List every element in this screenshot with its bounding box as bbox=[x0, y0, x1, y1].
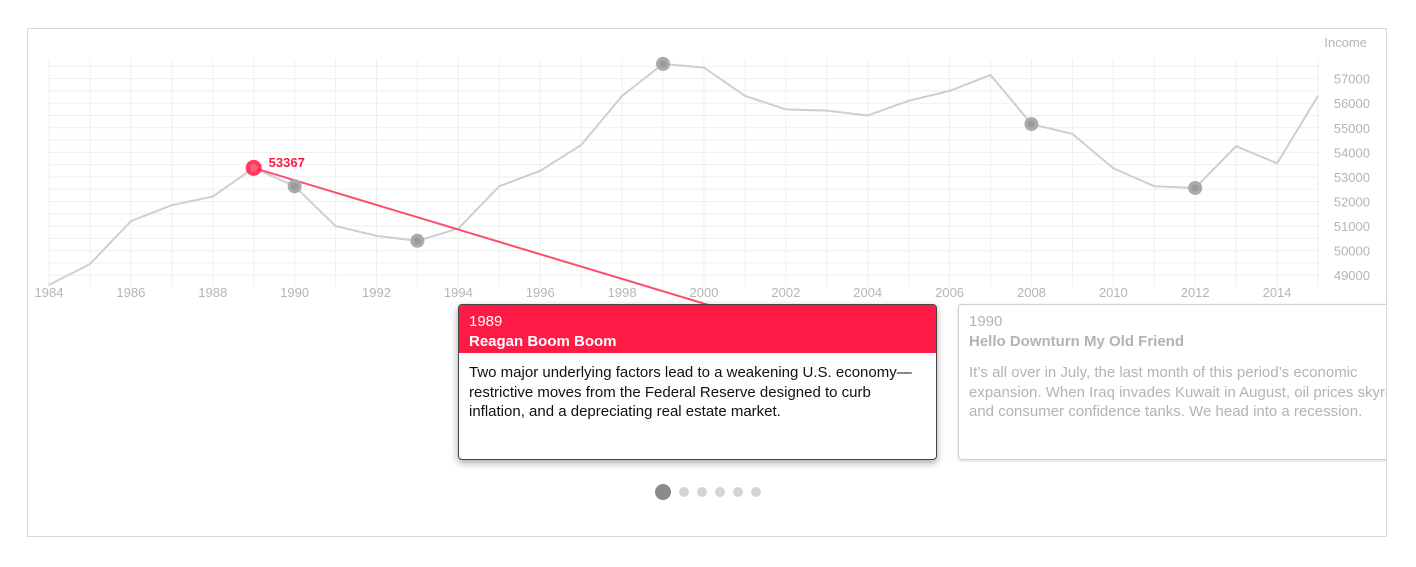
pagination-dot[interactable] bbox=[655, 484, 671, 500]
x-tick-label: 2002 bbox=[771, 285, 800, 300]
event-card-title: Hello Downturn My Old Friend bbox=[969, 333, 1184, 350]
x-tick-label: 1992 bbox=[362, 285, 391, 300]
event-card-year: 1990 bbox=[969, 313, 1003, 330]
event-marker-core bbox=[1027, 120, 1035, 128]
y-tick-label: 55000 bbox=[1334, 121, 1370, 136]
event-card-header: 1990 Hello Downturn My Old Friend bbox=[959, 305, 1386, 353]
x-tick-label: 1986 bbox=[116, 285, 145, 300]
event-card-header: 1989 Reagan Boom Boom bbox=[459, 305, 936, 353]
event-card-body-line: It’s all over in July, the last month of… bbox=[969, 364, 1358, 381]
x-tick-label: 2000 bbox=[690, 285, 719, 300]
x-tick-label: 1998 bbox=[608, 285, 637, 300]
event-card-1990[interactable]: 1990 Hello Downturn My Old Friend It’s a… bbox=[958, 304, 1387, 460]
y-tick-label: 56000 bbox=[1334, 96, 1370, 111]
event-card-1989[interactable]: 1989 Reagan Boom Boom Two major underlyi… bbox=[458, 304, 937, 460]
y-tick-label: 50000 bbox=[1334, 244, 1370, 259]
pagination-dots bbox=[28, 483, 1386, 501]
x-tick-label: 1990 bbox=[280, 285, 309, 300]
event-card-title: Reagan Boom Boom bbox=[469, 333, 617, 350]
timeline-widget: 1984 1986 1988 1990 1992 1994 1996 1998 2000 2002… bbox=[27, 28, 1387, 537]
pagination-dot[interactable] bbox=[751, 487, 761, 497]
event-card-body: It’s all over in July, the last month of… bbox=[959, 353, 1387, 432]
event-marker-core bbox=[1191, 184, 1199, 192]
x-tick-label: 2012 bbox=[1181, 285, 1210, 300]
x-tick-label: 1994 bbox=[444, 285, 473, 300]
x-axis-ticks: 1984 1986 1988 1990 1992 1994 1996 1998 2000 2002… bbox=[35, 285, 1292, 300]
active-point-value-label: 53367 bbox=[269, 155, 305, 170]
x-tick-label: 2004 bbox=[853, 285, 882, 300]
pagination-dot[interactable] bbox=[733, 487, 743, 497]
y-axis-label: Income bbox=[1324, 35, 1367, 50]
y-tick-label: 54000 bbox=[1334, 145, 1370, 160]
pagination-dot[interactable] bbox=[679, 487, 689, 497]
active-marker-core bbox=[249, 163, 258, 172]
y-tick-label: 52000 bbox=[1334, 194, 1370, 209]
event-marker-core bbox=[413, 237, 421, 245]
x-tick-label: 1984 bbox=[35, 285, 64, 300]
x-tick-label: 2008 bbox=[1017, 285, 1046, 300]
chart-grid bbox=[48, 59, 1319, 287]
x-tick-label: 2010 bbox=[1099, 285, 1128, 300]
pagination-dot[interactable] bbox=[697, 487, 707, 497]
event-card-body-line: and consumer confidence tanks. We head i… bbox=[969, 403, 1363, 420]
y-tick-label: 57000 bbox=[1334, 72, 1370, 87]
x-tick-label: 1988 bbox=[198, 285, 227, 300]
y-tick-label: 51000 bbox=[1334, 219, 1370, 234]
x-tick-label: 1996 bbox=[526, 285, 555, 300]
event-marker-core bbox=[659, 60, 667, 68]
y-tick-label: 49000 bbox=[1334, 268, 1370, 283]
active-card-connector bbox=[253, 166, 709, 304]
event-card-body-line: expansion. When Iraq invades Kuwait in A… bbox=[969, 383, 1387, 401]
y-axis-ticks: 49000 50000 51000 52000 53000 54000 55000 56000… bbox=[1334, 72, 1370, 284]
income-series-line bbox=[48, 62, 1319, 286]
pagination-dot[interactable] bbox=[715, 487, 725, 497]
income-line-chart: 1984 1986 1988 1990 1992 1994 1996 1998 2000 2002… bbox=[35, 35, 1370, 304]
active-point[interactable] bbox=[245, 159, 262, 176]
event-card-year: 1989 bbox=[469, 313, 503, 330]
x-tick-label: 2014 bbox=[1263, 285, 1292, 300]
event-marker-core bbox=[291, 182, 299, 190]
x-tick-label: 2006 bbox=[935, 285, 964, 300]
y-tick-label: 53000 bbox=[1334, 170, 1370, 185]
event-card-body: Two major underlying factors lead to a w… bbox=[469, 364, 912, 420]
